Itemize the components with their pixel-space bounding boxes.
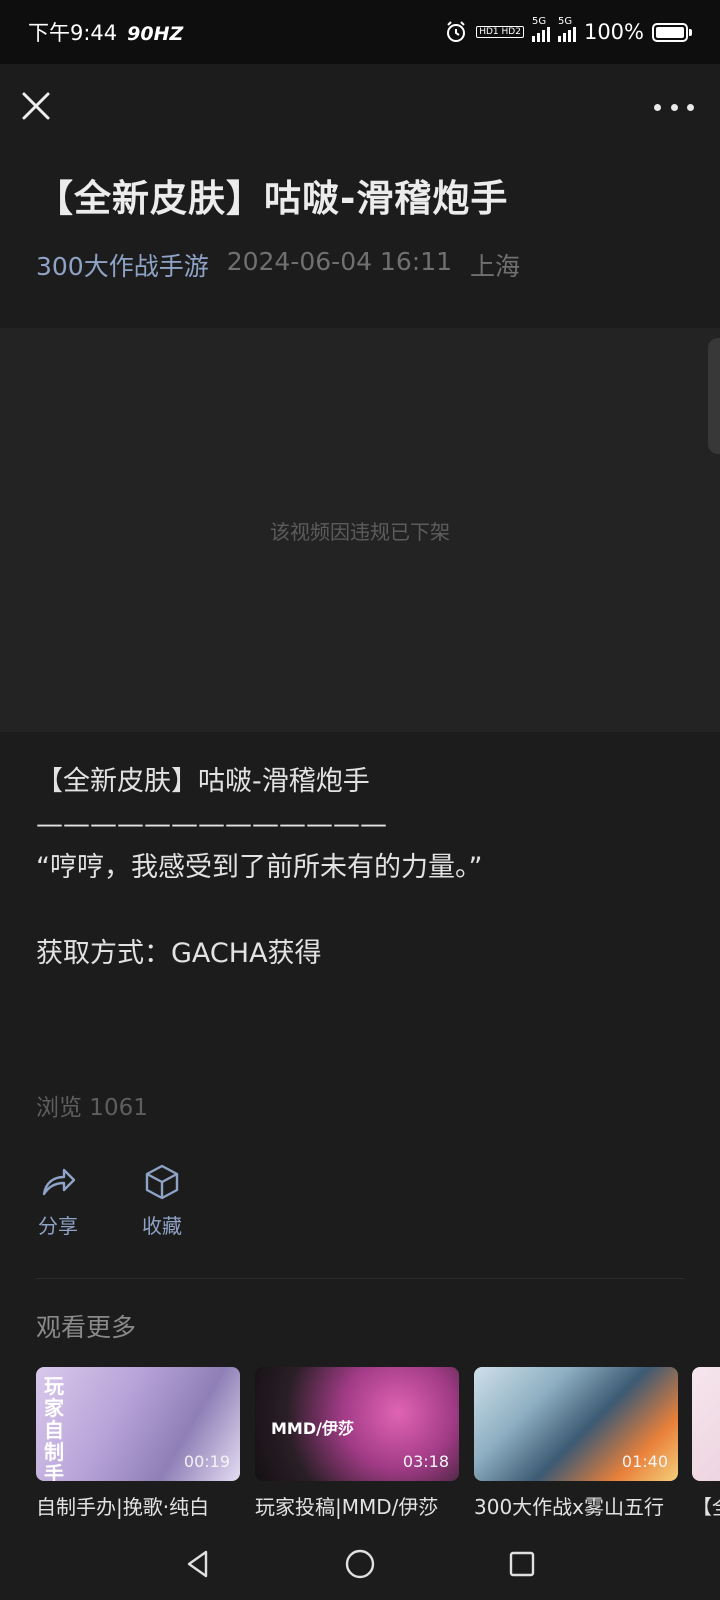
video-player[interactable]: 该视频因违规已下架 xyxy=(0,328,720,732)
share-button[interactable]: 分享 xyxy=(18,1162,98,1239)
signal-1-label: 5G xyxy=(531,16,547,27)
thumbnail-text: 玩家自制手办 xyxy=(44,1374,64,1481)
video-card[interactable]: 01:40 300大作战x雾山五行 xyxy=(474,1367,678,1520)
video-card-title: 300大作战x雾山五行 xyxy=(474,1495,665,1519)
video-card[interactable]: 【全 xyxy=(692,1367,720,1520)
description-line: “哼哼，我感受到了前所未有的力量。” xyxy=(36,852,483,883)
video-card-title: 【全 xyxy=(692,1495,720,1519)
alarm-icon xyxy=(447,21,466,42)
signal-icon-1: 5G xyxy=(531,16,550,42)
video-card-title: 自制手办|挽歌·纯白 xyxy=(36,1495,210,1519)
close-icon xyxy=(22,92,50,120)
post-title: 【全新皮肤】咕啵-滑稽炮手 xyxy=(36,177,509,220)
video-duration: 01:40 xyxy=(621,1452,668,1471)
share-label: 分享 xyxy=(38,1214,78,1238)
description-line: 获取方式：GACHA获得 xyxy=(36,938,322,969)
home-circle-icon[interactable] xyxy=(343,1547,377,1581)
video-thumbnail: MMD/伊莎 03:18 xyxy=(255,1367,459,1481)
more-section-heading: 观看更多 xyxy=(36,1313,137,1342)
back-triangle-icon[interactable] xyxy=(181,1547,215,1581)
status-left: 下午9:44 90HZ xyxy=(28,17,183,47)
video-removed-message: 该视频因违规已下架 xyxy=(270,519,450,544)
post-date: 2024-06-04 16:11 xyxy=(226,247,452,276)
more-button[interactable] xyxy=(654,92,694,122)
status-time: 下午9:44 xyxy=(28,21,118,45)
video-card-title: 玩家投稿|MMD/伊莎 xyxy=(255,1495,439,1519)
battery-percent: 100% xyxy=(583,20,644,44)
view-count: 浏览 1061 xyxy=(36,1095,148,1121)
box-icon xyxy=(145,1164,179,1200)
post-meta: 300大作战手游 2024-06-04 16:11 上海 xyxy=(36,247,520,283)
status-bar: 下午9:44 90HZ HD1 HD2 5G 5G 100% xyxy=(0,0,720,64)
description-line xyxy=(36,889,686,932)
description-line: ————————————— xyxy=(36,809,387,840)
signal-icon-2: 5G xyxy=(557,16,576,42)
share-icon xyxy=(42,1168,76,1196)
battery-icon xyxy=(652,22,692,42)
page: 下午9:44 90HZ HD1 HD2 5G 5G 100% 【全新皮肤】咕啵-… xyxy=(0,0,720,1600)
video-thumbnail: 玩家自制手办 00:19 xyxy=(36,1367,240,1481)
status-right: HD1 HD2 5G 5G 100% xyxy=(444,16,692,44)
video-card[interactable]: 玩家自制手办 00:19 自制手办|挽歌·纯白 xyxy=(36,1367,240,1520)
video-card[interactable]: MMD/伊莎 03:18 玩家投稿|MMD/伊莎 xyxy=(255,1367,459,1520)
author-link[interactable]: 300大作战手游 xyxy=(36,247,209,283)
side-drawer-handle[interactable] xyxy=(708,338,720,454)
hd-indicator: HD1 HD2 xyxy=(476,26,524,38)
video-duration: 00:19 xyxy=(183,1452,230,1471)
thumbnail-text: MMD/伊莎 xyxy=(271,1419,354,1438)
signal-2-label: 5G xyxy=(557,16,573,27)
favorite-button[interactable]: 收藏 xyxy=(122,1162,202,1239)
video-thumbnail xyxy=(692,1367,720,1481)
video-duration: 03:18 xyxy=(402,1452,449,1471)
recents-square-icon[interactable] xyxy=(505,1547,539,1581)
divider xyxy=(36,1278,684,1279)
video-thumbnail: 01:40 xyxy=(474,1367,678,1481)
system-nav-bar xyxy=(0,1528,720,1600)
refresh-rate: 90HZ xyxy=(127,23,184,45)
more-icon xyxy=(654,103,661,111)
description-line: 【全新皮肤】咕啵-滑稽炮手 xyxy=(36,766,370,797)
post-description: 【全新皮肤】咕啵-滑稽炮手 ————————————— “哼哼，我感受到了前所未… xyxy=(36,760,686,975)
favorite-label: 收藏 xyxy=(142,1214,182,1238)
post-location: 上海 xyxy=(470,252,521,281)
close-button[interactable] xyxy=(18,88,54,124)
